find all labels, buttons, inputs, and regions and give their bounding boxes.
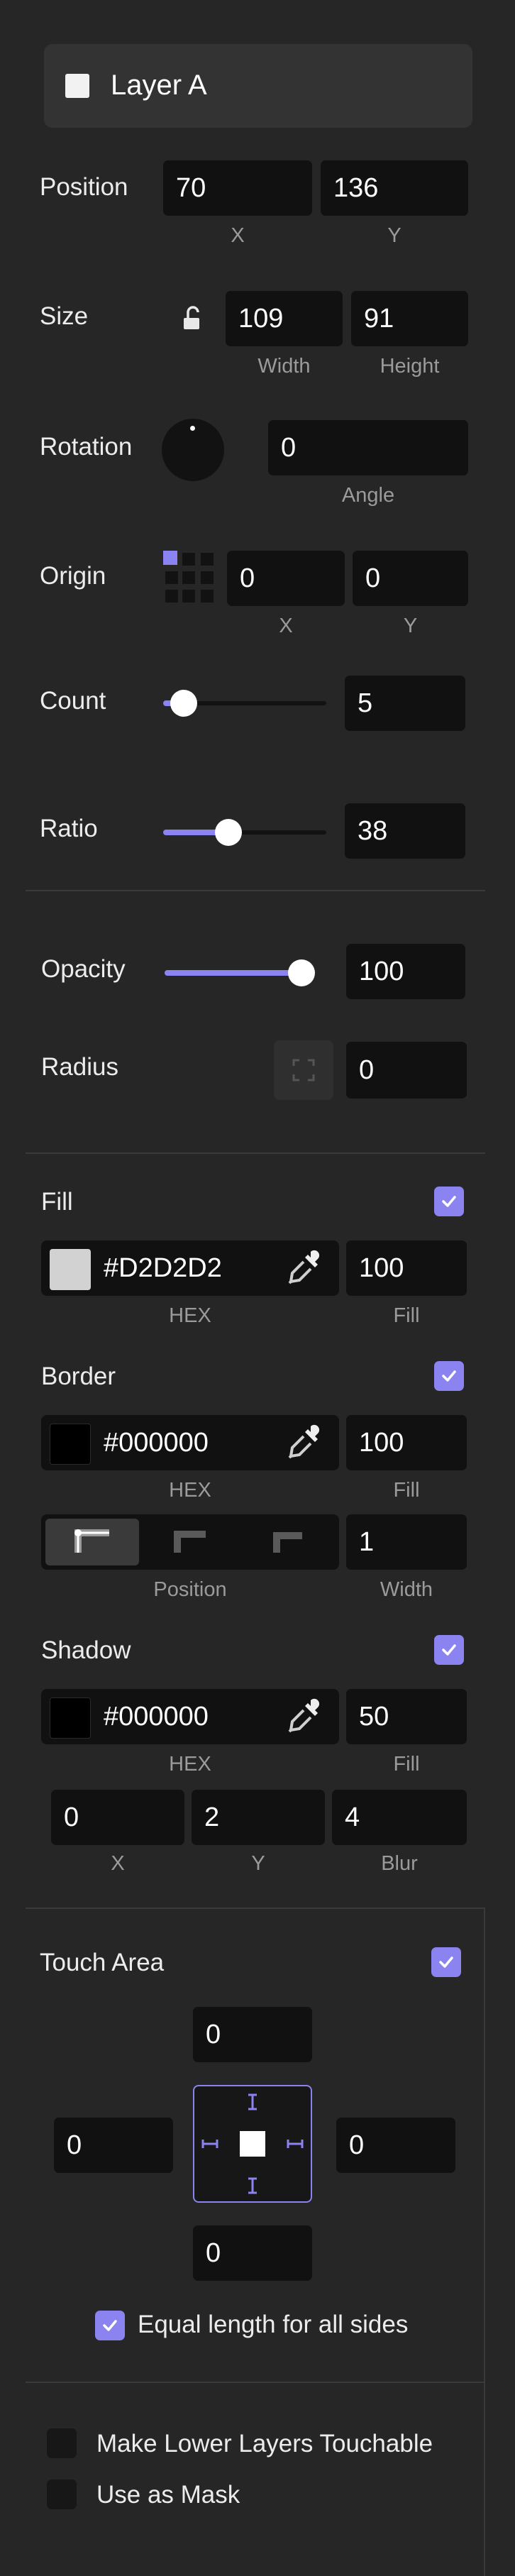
- origin-grid[interactable]: [163, 551, 217, 605]
- shadow-hex-caption: HEX: [169, 1753, 211, 1776]
- border-position-inside[interactable]: [45, 1519, 139, 1565]
- rotation-dial-indicator: [190, 426, 195, 431]
- layer-name: Layer A: [111, 70, 207, 101]
- position-label: Position: [40, 173, 128, 201]
- touch-area-bottom-input[interactable]: 0: [193, 2225, 312, 2281]
- position-y-caption: Y: [387, 224, 402, 247]
- opacity-slider-fill: [165, 970, 301, 976]
- radius-label: Radius: [41, 1053, 118, 1081]
- panel-edge-line: [484, 1909, 485, 2576]
- fill-enabled-checkbox[interactable]: [434, 1187, 464, 1216]
- fill-label: Fill: [41, 1188, 73, 1216]
- shadow-amount-caption: Fill: [393, 1753, 420, 1776]
- radius-expand-icon[interactable]: [274, 1040, 333, 1100]
- shadow-blur-caption: Blur: [381, 1852, 418, 1875]
- unlock-icon[interactable]: [180, 304, 204, 334]
- origin-y-input[interactable]: 0: [353, 551, 468, 606]
- size-height-input[interactable]: 91: [351, 291, 468, 346]
- shadow-x-caption: X: [111, 1852, 125, 1875]
- origin-x-caption: X: [279, 615, 293, 637]
- opacity-input[interactable]: 100: [346, 944, 465, 999]
- shadow-blur-input[interactable]: 4: [332, 1790, 467, 1845]
- fill-hex-caption: HEX: [169, 1304, 211, 1327]
- border-hex-value[interactable]: #000000: [104, 1428, 209, 1458]
- rotation-label: Rotation: [40, 433, 133, 461]
- ratio-input[interactable]: 38: [345, 803, 465, 859]
- border-amount-input[interactable]: 100: [346, 1415, 467, 1470]
- shadow-hex-value[interactable]: #000000: [104, 1702, 209, 1732]
- properties-panel: Layer A Position 70 136 X Y Size 109 91 …: [0, 0, 515, 2576]
- border-label: Border: [41, 1363, 116, 1390]
- count-label: Count: [40, 687, 106, 715]
- size-label: Size: [40, 302, 89, 330]
- lower-layers-checkbox[interactable]: [47, 2428, 77, 2458]
- touch-area-label: Touch Area: [40, 1949, 165, 1976]
- origin-label: Origin: [40, 562, 106, 590]
- eyedropper-icon[interactable]: [282, 1245, 329, 1292]
- ratio-slider-thumb[interactable]: [214, 819, 242, 846]
- opacity-slider-thumb[interactable]: [288, 959, 315, 986]
- opacity-label: Opacity: [41, 955, 126, 983]
- size-width-input[interactable]: 109: [226, 291, 343, 346]
- shadow-label: Shadow: [41, 1636, 131, 1664]
- origin-y-caption: Y: [403, 615, 418, 637]
- fill-hex-value[interactable]: #D2D2D2: [104, 1253, 222, 1284]
- divider: [26, 1908, 485, 1909]
- count-slider-thumb[interactable]: [170, 690, 197, 717]
- border-hex-caption: HEX: [169, 1479, 211, 1502]
- border-position-caption: Position: [153, 1578, 227, 1601]
- touch-area-diagram: [193, 2085, 312, 2203]
- size-height-caption: Height: [380, 355, 440, 378]
- mask-label: Use as Mask: [96, 2481, 240, 2509]
- mask-checkbox[interactable]: [47, 2479, 77, 2509]
- rotation-angle-input[interactable]: 0: [268, 420, 468, 475]
- fill-amount-input[interactable]: 100: [346, 1240, 467, 1296]
- border-amount-caption: Fill: [393, 1479, 420, 1502]
- position-x-caption: X: [231, 224, 245, 247]
- position-x-input[interactable]: 70: [163, 160, 312, 216]
- radius-input[interactable]: 0: [346, 1042, 467, 1099]
- shadow-y-input[interactable]: 2: [192, 1790, 325, 1845]
- touch-area-top-input[interactable]: 0: [193, 2007, 312, 2062]
- touch-area-left-input[interactable]: 0: [54, 2118, 173, 2173]
- equal-length-label: Equal length for all sides: [138, 2311, 409, 2338]
- shadow-x-input[interactable]: 0: [51, 1790, 184, 1845]
- layer-checkbox[interactable]: [65, 74, 89, 98]
- equal-length-checkbox[interactable]: [95, 2311, 125, 2340]
- position-y-input[interactable]: 136: [321, 160, 468, 216]
- fill-swatch[interactable]: [50, 1249, 91, 1290]
- touch-area-enabled-checkbox[interactable]: [431, 1947, 461, 1977]
- border-width-caption: Width: [380, 1578, 433, 1601]
- shadow-swatch[interactable]: [50, 1697, 91, 1739]
- lower-layers-label: Make Lower Layers Touchable: [96, 2430, 433, 2457]
- divider: [26, 890, 485, 891]
- fill-amount-caption: Fill: [393, 1304, 420, 1327]
- border-enabled-checkbox[interactable]: [434, 1361, 464, 1391]
- eyedropper-icon[interactable]: [282, 1419, 329, 1466]
- size-width-caption: Width: [258, 355, 311, 378]
- ratio-label: Ratio: [40, 815, 98, 842]
- touch-area-right-input[interactable]: 0: [336, 2118, 455, 2173]
- border-width-input[interactable]: 1: [346, 1514, 467, 1570]
- divider: [26, 1152, 485, 1154]
- eyedropper-icon[interactable]: [282, 1693, 329, 1740]
- origin-x-input[interactable]: 0: [227, 551, 345, 606]
- shadow-amount-input[interactable]: 50: [346, 1689, 467, 1744]
- rotation-angle-caption: Angle: [341, 484, 395, 507]
- shadow-enabled-checkbox[interactable]: [434, 1635, 464, 1665]
- border-position-center[interactable]: [143, 1519, 237, 1565]
- divider: [26, 2382, 485, 2383]
- count-input[interactable]: 5: [345, 676, 465, 731]
- layer-header[interactable]: [44, 44, 472, 128]
- shadow-y-caption: Y: [251, 1852, 265, 1875]
- border-position-outside[interactable]: [241, 1519, 335, 1565]
- border-swatch[interactable]: [50, 1424, 91, 1465]
